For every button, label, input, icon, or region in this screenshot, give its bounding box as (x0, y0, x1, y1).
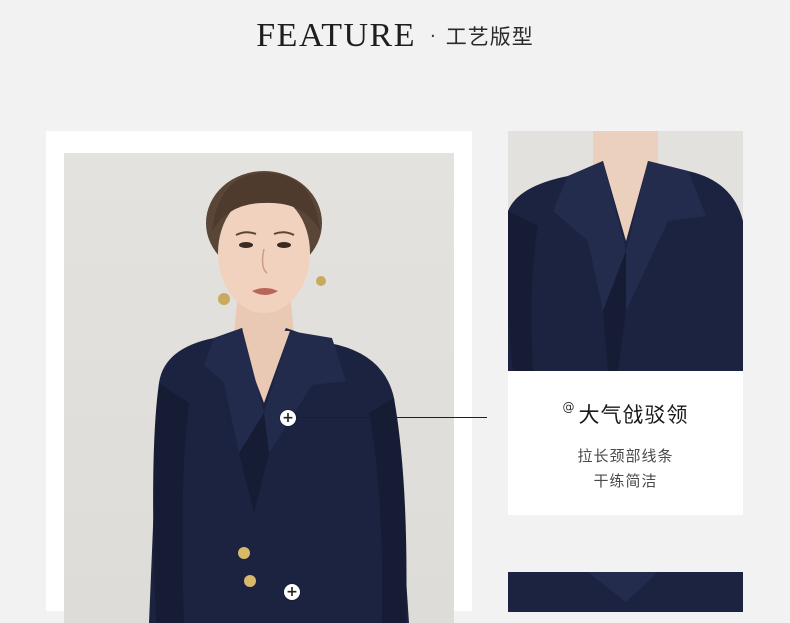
collar-detail-photo (508, 131, 743, 371)
next-detail-photo (508, 572, 743, 612)
card-title: 大气戗驳领 (578, 403, 689, 427)
hotspot-collar-button[interactable]: + (280, 410, 296, 426)
at-mark: @ (562, 400, 575, 414)
next-detail-illustration (508, 572, 743, 612)
plus-icon: + (282, 410, 294, 426)
collar-detail-card: @ 大气戗驳领 拉长颈部线条 干练简洁 (508, 371, 743, 515)
card-description-line-1: 拉长颈部线条 (577, 447, 674, 465)
title-separator: · (430, 25, 436, 47)
card-description-line-2: 干练简洁 (593, 472, 658, 490)
callout-connector-line (296, 417, 487, 418)
feature-subtitle: 工艺版型 (445, 25, 534, 49)
plus-icon: + (286, 584, 298, 600)
page-header: FEATURE · 工艺版型 (0, 14, 790, 58)
collar-illustration (508, 131, 743, 371)
feature-title: FEATURE (256, 17, 416, 54)
model-illustration (149, 171, 409, 623)
card-title-row: @ 大气戗驳领 (508, 399, 743, 429)
model-photo (64, 153, 454, 623)
hotspot-button-detail[interactable]: + (284, 584, 300, 600)
main-photo-frame (46, 131, 472, 623)
